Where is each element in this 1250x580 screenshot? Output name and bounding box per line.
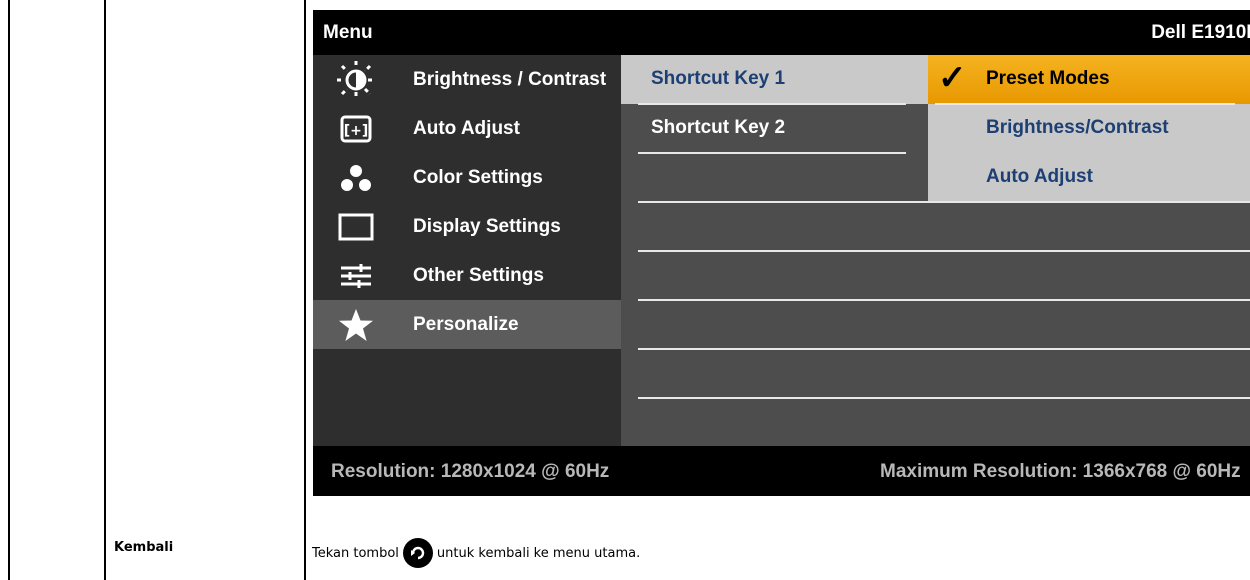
osd-footer: Resolution: 1280x1024 @ 60Hz Maximum Res…	[313, 446, 1250, 496]
osd-option-preset-modes: ✓ Preset Modes	[928, 55, 1250, 104]
osd-separator	[638, 397, 1250, 399]
osd-option-label: Brightness/Contrast	[986, 117, 1169, 138]
desc-text-before: Tekan tombol	[312, 545, 399, 561]
osd-item-other-settings: Other Settings	[313, 251, 621, 300]
osd-item-personalize: Personalize	[313, 300, 621, 349]
osd-separator	[638, 103, 906, 105]
svg-text:[+]: [+]	[344, 123, 369, 139]
osd-submenu-shortcut-key-2: Shortcut Key 2	[621, 104, 928, 153]
star-icon	[335, 305, 377, 345]
osd-option-label: Preset Modes	[986, 68, 1110, 89]
osd-item-label: Other Settings	[413, 264, 544, 286]
osd-separator	[638, 250, 1250, 252]
osd-item-brightness-contrast: Brightness / Contrast	[313, 55, 621, 104]
row-label-kembali: Kembali	[114, 540, 174, 555]
desc-text-after: untuk kembali ke menu utama.	[436, 545, 641, 561]
color-settings-icon	[335, 158, 377, 198]
osd-separator	[638, 299, 1250, 301]
table-border-col2	[304, 0, 306, 580]
osd-option-brightness-contrast: Brightness/Contrast	[928, 104, 1250, 153]
osd-submenu-label: Shortcut Key 1	[651, 68, 786, 89]
osd-item-label: Personalize	[413, 313, 519, 335]
osd-item-display-settings: Display Settings	[313, 202, 621, 251]
osd-menu-title: Menu	[323, 22, 373, 43]
auto-adjust-icon: [+]	[335, 109, 377, 149]
osd-main-menu: Brightness / Contrast [+] Auto Adjust Co…	[313, 55, 621, 446]
osd-item-auto-adjust: [+] Auto Adjust	[313, 104, 621, 153]
osd-option-label: Auto Adjust	[986, 166, 1093, 187]
osd-header: Menu Dell E1910H	[313, 10, 1250, 55]
osd-model-name: Dell E1910H	[1151, 22, 1250, 43]
osd-submenu-label: Shortcut Key 2	[651, 117, 786, 138]
table-border-col1	[104, 0, 106, 580]
osd-separator	[935, 103, 1235, 105]
osd-separator	[638, 152, 906, 154]
other-settings-icon	[335, 256, 377, 296]
osd-max-resolution: Maximum Resolution: 1366x768 @ 60Hz	[880, 461, 1241, 482]
checkmark-icon: ✓	[938, 59, 967, 97]
display-settings-icon	[335, 207, 377, 247]
row-description: Tekan tombol untuk kembali ke menu utama…	[312, 538, 640, 568]
table-border-left	[8, 0, 10, 580]
osd-item-label: Color Settings	[413, 166, 543, 188]
osd-item-color-settings: Color Settings	[313, 153, 621, 202]
back-button-icon	[402, 538, 433, 568]
osd-resolution: Resolution: 1280x1024 @ 60Hz	[331, 461, 610, 482]
osd-submenu-shortcut-key-1: Shortcut Key 1	[621, 55, 928, 104]
osd-separator	[638, 348, 1250, 350]
brightness-icon	[335, 60, 377, 100]
osd-option-auto-adjust: Auto Adjust	[928, 153, 1250, 202]
osd-item-label: Auto Adjust	[413, 117, 520, 139]
osd-item-label: Display Settings	[413, 215, 561, 237]
osd-item-label: Brightness / Contrast	[413, 68, 607, 90]
osd-separator	[638, 201, 1250, 203]
osd-menu-image: Menu Dell E1910H Brightness / Contrast […	[313, 10, 1250, 496]
